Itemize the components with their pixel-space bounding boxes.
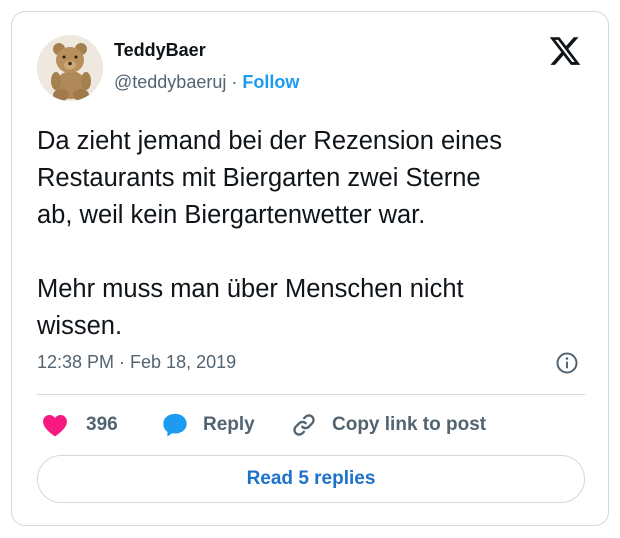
teddy-bear-avatar-icon — [37, 35, 103, 101]
read-replies-button[interactable]: Read 5 replies — [37, 455, 585, 503]
x-logo-icon[interactable] — [548, 34, 582, 68]
follow-button[interactable]: Follow — [242, 72, 299, 92]
reply-bubble-icon — [163, 413, 187, 437]
tweet-card: TeddyBaer @teddybaeruj · Follow Da zieht j… — [11, 11, 609, 526]
handle-separator: · — [231, 72, 238, 92]
like-button[interactable]: 396 — [42, 410, 118, 440]
author-handle-row: @teddybaeruj · Follow — [114, 70, 299, 94]
copy-link-label: Copy link to post — [332, 414, 487, 435]
link-icon — [293, 414, 315, 436]
tweet-text: Da zieht jemand bei der Rezension eines … — [37, 127, 502, 340]
author-name[interactable]: TeddyBaer — [114, 39, 206, 61]
heart-icon — [43, 415, 67, 437]
reply-label: Reply — [203, 414, 255, 435]
info-icon[interactable] — [555, 351, 579, 375]
author-handle[interactable]: @teddybaeruj — [114, 72, 226, 92]
divider — [37, 394, 585, 395]
reply-button[interactable]: Reply — [161, 410, 255, 440]
author-avatar[interactable] — [37, 35, 103, 101]
copy-link-button[interactable]: Copy link to post — [290, 410, 486, 440]
like-count: 396 — [86, 414, 118, 435]
tweet-timestamp[interactable]: 12:38 PM · Feb 18, 2019 — [37, 350, 236, 374]
